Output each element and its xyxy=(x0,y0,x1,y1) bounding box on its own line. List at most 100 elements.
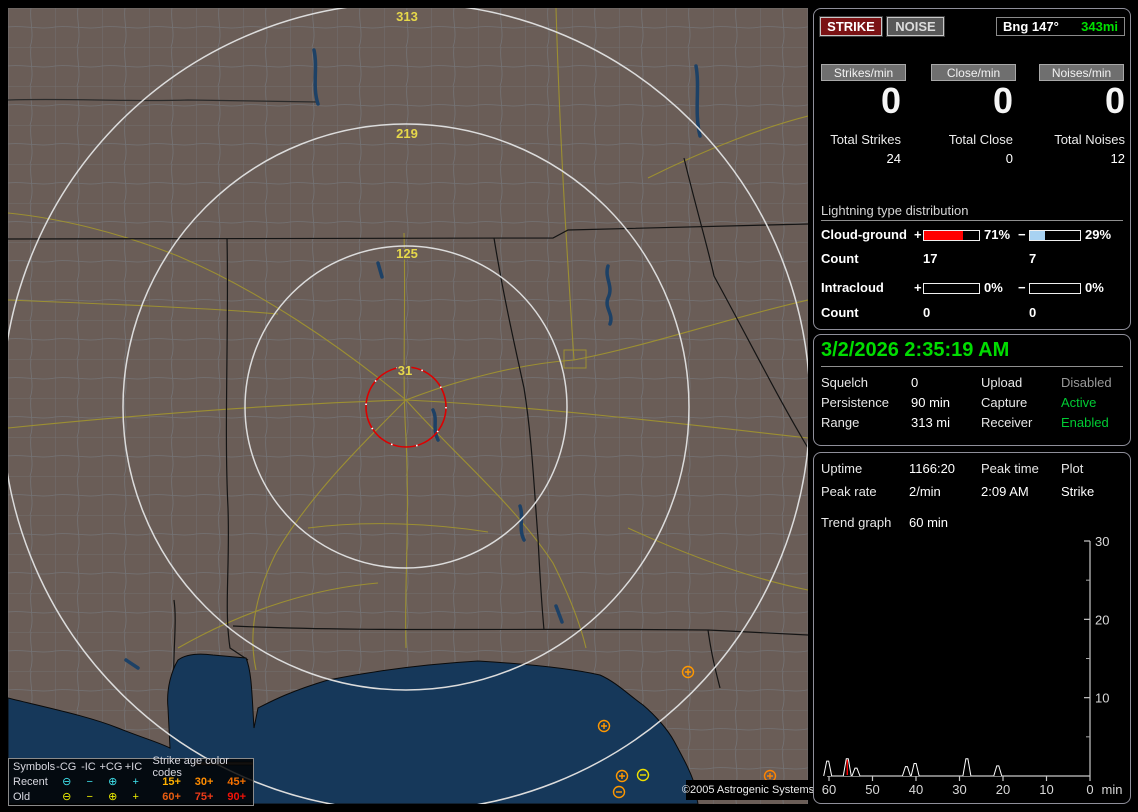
age-75: 75+ xyxy=(194,790,214,803)
trend-graph-chart: 60 50 40 30 20 10 0 min 10 20 30 xyxy=(822,534,1123,797)
age-45: 45+ xyxy=(227,775,247,788)
pos-cg-recent-icon: ⊕ xyxy=(108,776,118,788)
svg-text:50: 50 xyxy=(865,782,879,797)
ic-minus-count: 0 xyxy=(1029,305,1037,320)
age-60: 60+ xyxy=(162,790,181,803)
age-30: 30+ xyxy=(194,775,214,788)
strike-rate-spike xyxy=(823,760,833,777)
ring-label-125: 125 xyxy=(396,246,418,261)
uptime-label: Uptime xyxy=(821,461,863,476)
persistence-label: Persistence xyxy=(821,395,889,410)
strike-rate-spike xyxy=(993,765,1003,777)
trend-graph-label: Trend graph xyxy=(821,515,892,530)
uptime-value: 1166:20 xyxy=(909,461,956,476)
ic-plus-sign: + xyxy=(914,280,922,295)
plot-mode-value: Strike xyxy=(1061,484,1095,499)
total-noises-value: 12 xyxy=(1110,151,1125,166)
capture-status: Active xyxy=(1061,395,1097,410)
capture-label: Capture xyxy=(981,395,1028,410)
strike-rate-spike xyxy=(851,767,861,777)
peak-rate-value: 2/min xyxy=(909,484,941,499)
svg-text:min: min xyxy=(1102,782,1123,797)
strike-rate-spike xyxy=(901,766,911,777)
cg-minus-sign: − xyxy=(1018,227,1026,242)
receiver-label: Receiver xyxy=(981,415,1033,430)
intracloud-label: Intracloud xyxy=(821,280,884,295)
svg-text:20: 20 xyxy=(1095,612,1109,627)
svg-text:10: 10 xyxy=(1039,782,1053,797)
ring-label-31: 31 xyxy=(398,363,412,378)
ic-minus-bar xyxy=(1029,283,1081,294)
age-15: 15+ xyxy=(162,775,181,788)
lightning-map[interactable]: 313 219 125 31 xyxy=(8,8,808,804)
cloud-ground-label: Cloud-ground xyxy=(821,227,907,242)
ring-label-313: 313 xyxy=(396,9,418,24)
total-strikes-value: 24 xyxy=(886,151,901,166)
strike-rate-spike xyxy=(910,762,920,777)
range-label: Range xyxy=(821,415,860,430)
ic-plus-count: 0 xyxy=(923,305,931,320)
upload-status: Disabled xyxy=(1061,375,1112,390)
close-per-min-chip[interactable]: Close/min xyxy=(931,64,1016,81)
noises-per-min-chip[interactable]: Noises/min xyxy=(1039,64,1124,81)
plot-header: Plot xyxy=(1061,461,1084,476)
cg-plus-bar xyxy=(923,230,980,241)
legend-col-neg-ic: -IC xyxy=(81,760,96,773)
pos-ic-old-icon: + xyxy=(132,790,139,803)
legend-col-neg-cg: -CG xyxy=(56,760,77,773)
bearing-readout: Bng 147° 343mi xyxy=(996,17,1125,36)
persistence-value: 90 min xyxy=(911,395,951,410)
total-strikes-label: Total Strikes xyxy=(830,132,901,147)
neg-cg-old-icon: ⊖ xyxy=(62,791,72,803)
map-legend: Symbols -CG -IC +CG +IC Strike age color… xyxy=(8,755,254,806)
ic-minus-sign: − xyxy=(1018,280,1026,295)
cg-minus-bar xyxy=(1029,230,1081,241)
cg-minus-bar-fill xyxy=(1030,231,1045,240)
svg-text:10: 10 xyxy=(1095,691,1109,706)
legend-col-pos-ic: +IC xyxy=(124,760,143,773)
strike-rate-spike xyxy=(962,758,972,777)
noise-mode-button[interactable]: NOISE xyxy=(886,16,945,37)
cg-plus-bar-fill xyxy=(924,231,964,240)
cg-minus-pct: 29% xyxy=(1085,227,1112,242)
ic-plus-pct: 0% xyxy=(984,280,1003,295)
bearing-distance: 343mi xyxy=(1081,19,1118,34)
svg-text:0: 0 xyxy=(1086,782,1093,797)
strike-mode-button[interactable]: STRIKE xyxy=(819,16,883,37)
strikes-per-min-chip[interactable]: Strikes/min xyxy=(821,64,906,81)
neg-ic-old-icon: − xyxy=(86,790,93,803)
cg-count-label: Count xyxy=(821,251,859,266)
total-close-value: 0 xyxy=(1005,151,1013,166)
distribution-divider xyxy=(821,220,1123,221)
ic-minus-pct: 0% xyxy=(1085,280,1104,295)
receiver-status: Enabled xyxy=(1061,415,1109,430)
age-90: 90+ xyxy=(227,790,247,803)
peak-time-value: 2:09 AM xyxy=(981,484,1029,499)
noises-per-min-value: 0 xyxy=(1104,80,1125,121)
neg-ic-recent-icon: − xyxy=(86,775,93,788)
nexstorm-window: 313 219 125 31 Symbols -CG -IC +CG +IC S… xyxy=(0,0,1138,812)
squelch-value: 0 xyxy=(911,375,919,390)
range-value: 313 mi xyxy=(911,415,951,430)
squelch-label: Squelch xyxy=(821,375,868,390)
ic-plus-bar xyxy=(923,283,980,294)
close-per-min-value: 0 xyxy=(992,80,1013,121)
cg-plus-pct: 71% xyxy=(984,227,1011,242)
svg-text:30: 30 xyxy=(952,782,966,797)
distribution-title: Lightning type distribution xyxy=(821,203,969,218)
datetime-display: 3/2/2026 2:35:19 AM xyxy=(821,339,1010,361)
pos-ic-recent-icon: + xyxy=(132,775,139,788)
legend-row-recent: Recent xyxy=(13,775,48,788)
legend-row-old: Old xyxy=(13,790,31,803)
peak-rate-label: Peak rate xyxy=(821,484,877,499)
neg-cg-recent-icon: ⊖ xyxy=(62,776,72,788)
pos-cg-old-icon: ⊕ xyxy=(108,791,118,803)
legend-symbols-header: Symbols xyxy=(13,760,56,773)
cg-plus-sign: + xyxy=(914,227,922,242)
status-panel: 3/2/2026 2:35:19 AM Squelch 0 Upload Dis… xyxy=(813,334,1131,446)
ring-label-219: 219 xyxy=(396,126,418,141)
cg-plus-count: 17 xyxy=(923,251,938,266)
map-canvas[interactable]: 313 219 125 31 xyxy=(8,8,808,804)
svg-text:20: 20 xyxy=(996,782,1010,797)
trend-panel: Uptime 1166:20 Peak time Plot Peak rate … xyxy=(813,452,1131,804)
